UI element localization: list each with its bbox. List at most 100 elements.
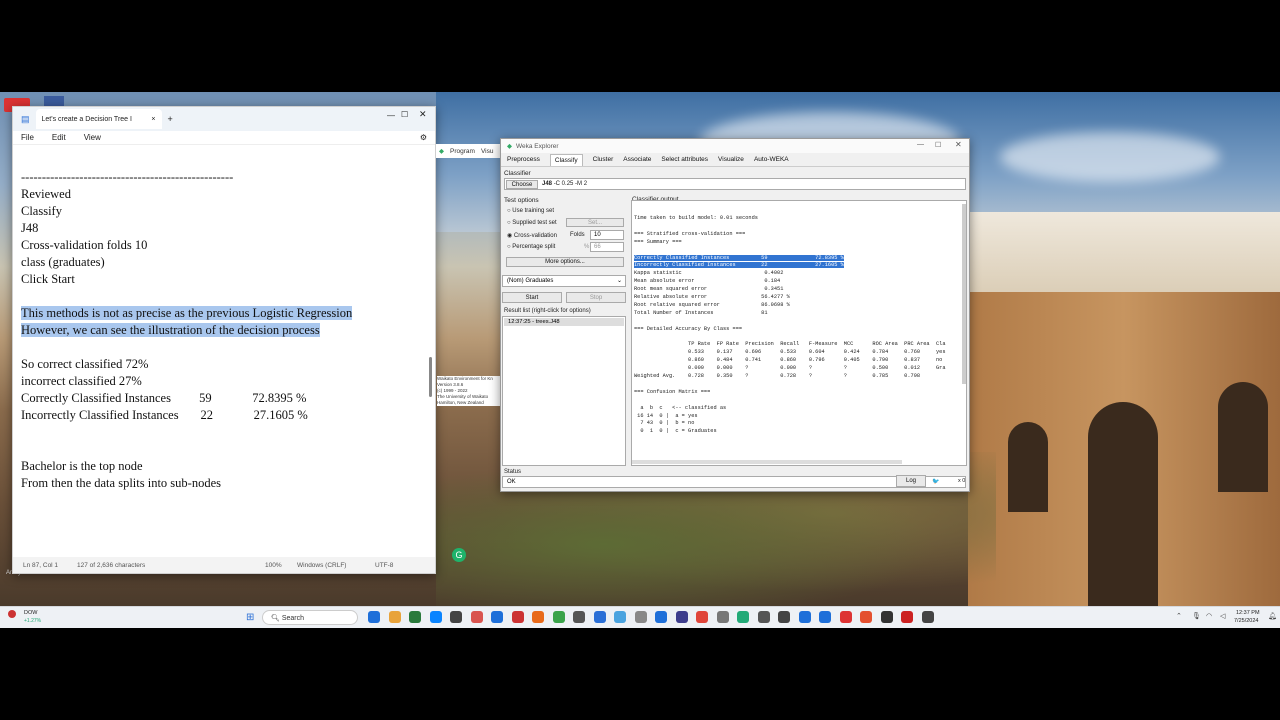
taskbar-app-icon[interactable] — [880, 611, 893, 623]
maximize-icon[interactable]: ☐ — [401, 110, 408, 119]
scrollbar-thumb[interactable] — [429, 357, 432, 397]
tray-chevron-icon[interactable]: ⌃ — [1176, 612, 1182, 620]
minimize-icon[interactable]: — — [917, 141, 924, 148]
notepad-text-area[interactable]: ----------------------------------------… — [21, 147, 425, 557]
close-icon[interactable]: ✕ — [955, 140, 962, 149]
taskbar-app-icon[interactable] — [368, 611, 380, 623]
result-list-label: Result list (right-click for options) — [504, 308, 591, 314]
output-vscroll[interactable] — [962, 204, 966, 384]
taskbar-app-icon[interactable] — [511, 611, 524, 623]
close-icon[interactable]: ✕ — [419, 109, 427, 120]
close-tab-icon[interactable]: × — [151, 116, 155, 123]
windows-start-icon[interactable]: ⊞ — [246, 612, 254, 623]
taskbar-app-icon[interactable] — [388, 611, 401, 623]
classifier-output[interactable]: Time taken to build model: 0.01 seconds =… — [631, 200, 967, 466]
stock-name[interactable]: DOW — [24, 610, 37, 616]
tab-visualize[interactable]: Visualize — [718, 156, 744, 163]
taskbar-app-icon[interactable] — [757, 611, 770, 623]
taskbar-app-icon[interactable] — [860, 611, 872, 623]
menu-view[interactable]: View — [84, 133, 101, 142]
clock-time[interactable]: 12:37 PM — [1236, 610, 1260, 616]
taskbar-app-icon[interactable] — [737, 611, 749, 623]
tab-auto-weka[interactable]: Auto-WEKA — [754, 156, 789, 163]
menu-program[interactable]: Program — [450, 148, 475, 155]
taskbar-app-icon[interactable] — [716, 611, 729, 623]
taskbar-app-icon[interactable] — [819, 611, 831, 623]
radio-use-training-set[interactable]: ○ Use training set — [507, 208, 554, 214]
result-list: 12:37:25 - trees.J48 — [502, 316, 626, 466]
taskbar-app-icon[interactable] — [450, 611, 462, 623]
taskbar-app-icon[interactable] — [491, 611, 503, 623]
status-value: OK — [507, 479, 516, 485]
percent-input[interactable]: 66 — [590, 242, 624, 252]
taskbar-app-icon[interactable] — [593, 611, 606, 623]
output-line: Correctly Classified Instances 59 72.839… — [634, 254, 844, 261]
radio-cross-validation[interactable]: ◉ Cross-validation — [507, 232, 557, 239]
menu-visualization[interactable]: Visu — [481, 148, 494, 155]
settings-gear-icon[interactable]: ⚙ — [420, 133, 427, 142]
radio-supplied-test-set[interactable]: ○ Supplied test set — [507, 220, 557, 226]
taskbar-app-icon[interactable] — [409, 611, 421, 623]
more-options-button[interactable]: More options... — [506, 257, 624, 267]
folds-input[interactable]: 10 — [590, 230, 624, 240]
grammarly-icon[interactable]: G — [452, 548, 466, 562]
volume-icon[interactable]: ◁ — [1220, 612, 1225, 620]
taskbar-app-icon[interactable] — [839, 611, 852, 623]
notification-bell-icon[interactable]: 🔔︎ — [1268, 612, 1277, 620]
notepad-line: J48 — [21, 220, 425, 237]
taskbar-app-icon[interactable] — [921, 611, 934, 623]
desktop-shortcut-icon[interactable] — [44, 96, 64, 106]
weka-about-text: Waikato Environment for Kn Version 3.8.6… — [437, 376, 501, 406]
choose-button[interactable]: Choose — [506, 180, 538, 189]
notepad-scrollbar[interactable] — [428, 147, 433, 559]
notepad-line: This methods is not as precise as the pr… — [21, 305, 425, 322]
notepad-tab[interactable]: Let's create a Decision Tree I × — [35, 109, 162, 129]
taskbar-app-icon[interactable] — [552, 611, 565, 623]
radio-percentage-split[interactable]: ○ Percentage split — [507, 244, 555, 250]
notepad-menu-bar: File Edit View ⚙ — [13, 131, 435, 145]
tab-classify[interactable]: Classify — [549, 153, 583, 166]
taskbar-app-icon[interactable] — [634, 611, 647, 623]
taskbar-search[interactable]: 🔍︎ Search — [262, 610, 358, 625]
maximize-icon[interactable]: ☐ — [935, 141, 941, 149]
tab-select-attributes[interactable]: Select attributes — [661, 156, 708, 163]
classifier-spec[interactable]: J48 -C 0.25 -M 2 — [542, 181, 587, 187]
notepad-line: Cross-validation folds 10 — [21, 237, 425, 254]
menu-edit[interactable]: Edit — [52, 133, 66, 142]
taskbar-app-icon[interactable] — [655, 611, 667, 623]
taskbar-app-icon[interactable] — [573, 611, 585, 623]
stock-widget-icon[interactable] — [8, 610, 16, 618]
taskbar-app-icon[interactable] — [470, 611, 483, 623]
notepad-tab-bar: ▤ Let's create a Decision Tree I × + — ☐… — [13, 107, 435, 131]
output-hscroll[interactable] — [632, 460, 902, 464]
minimize-icon[interactable]: — — [387, 111, 395, 120]
clock-date[interactable]: 7/25/2024 — [1234, 618, 1258, 624]
notepad-line-text: Classify — [21, 204, 62, 218]
taskbar-app-icon[interactable] — [675, 611, 688, 623]
set-button[interactable]: Set... — [566, 218, 624, 227]
log-button[interactable]: Log — [896, 475, 926, 487]
start-button[interactable]: Start — [502, 292, 562, 303]
result-item[interactable]: 12:37:25 - trees.J48 — [504, 318, 624, 326]
new-tab-icon[interactable]: + — [168, 114, 173, 124]
taskbar-app-icon[interactable] — [798, 611, 811, 623]
taskbar-app-icon[interactable] — [532, 611, 544, 623]
taskbar-app-icon[interactable] — [901, 611, 913, 623]
taskbar-app-icon[interactable] — [696, 611, 708, 623]
taskbar-app-icon[interactable] — [778, 611, 790, 623]
class-select-value: (Nom) Graduates — [507, 278, 554, 284]
tab-cluster[interactable]: Cluster — [593, 156, 614, 163]
weka-title-bar: ◆ Weka Explorer — ☐ ✕ — [501, 139, 969, 153]
output-line: Incorrectly Classified Instances 22 27.1… — [634, 262, 844, 269]
taskbar-app-icon[interactable] — [429, 611, 442, 623]
tab-preprocess[interactable]: Preprocess — [507, 156, 540, 163]
stop-button[interactable]: Stop — [566, 292, 626, 303]
menu-file[interactable]: File — [21, 133, 34, 142]
tab-associate[interactable]: Associate — [623, 156, 651, 163]
wifi-icon[interactable]: ◠ — [1206, 612, 1212, 620]
output-line: 16 14 0 | a = yes — [634, 412, 698, 419]
notepad-line-text: Reviewed — [21, 187, 71, 201]
taskbar-app-icon[interactable] — [614, 611, 626, 623]
class-select[interactable]: (Nom) Graduates ⌄ — [502, 275, 626, 287]
mic-icon[interactable]: 🎙︎ — [1192, 612, 1201, 620]
